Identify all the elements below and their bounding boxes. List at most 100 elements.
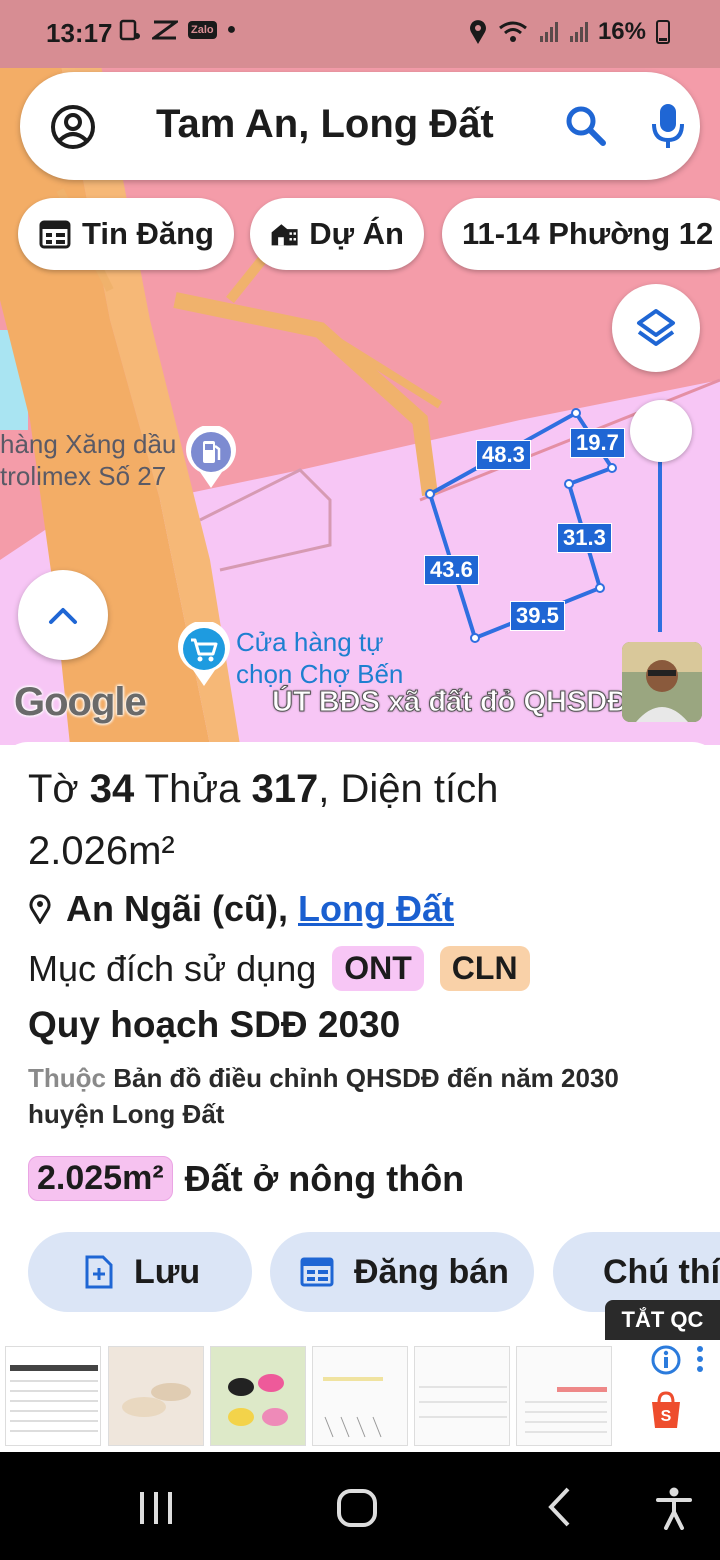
status-time: 13:17 [46, 18, 113, 48]
ad-sandals-image [228, 1374, 288, 1426]
segment-length-label: 43.6 [424, 555, 479, 585]
expand-sheet-button[interactable] [18, 570, 108, 660]
shopping-cart-icon[interactable] [176, 622, 232, 688]
chip-du-an[interactable]: Dự Án [250, 198, 424, 270]
location-link[interactable]: Long Đất [298, 888, 454, 929]
opacity-slider-handle[interactable] [630, 400, 692, 462]
planning-prefix: Thuộc [28, 1063, 114, 1093]
account-icon[interactable] [50, 104, 96, 150]
planning-description: Thuộc Bản đồ điều chỉnh QHSDĐ đến năm 20… [28, 1060, 698, 1132]
post-listing-button[interactable]: Đăng bán [270, 1232, 534, 1312]
poi-gas-label[interactable]: hàng Xăng dầu trolimex Số 27 [0, 428, 176, 492]
info-icon[interactable] [650, 1344, 682, 1376]
segment-length-label: 48.3 [476, 440, 531, 470]
ad-banner[interactable]: S [0, 1340, 720, 1452]
segment-length-label: 39.5 [510, 601, 565, 631]
ad-sizing-chart-image [323, 1377, 383, 1438]
screen: Tam An, Long Đất Tin Đăng Dự Án 11-14 Ph… [0, 0, 720, 1560]
signal-icon [569, 22, 588, 42]
title-suffix: , Diện tích [318, 767, 499, 811]
microphone-icon[interactable] [650, 102, 686, 150]
more-options-icon[interactable] [694, 1344, 706, 1374]
purpose-row: Mục đích sử dụng ONT CLN [28, 946, 530, 991]
back-icon[interactable] [546, 1486, 572, 1528]
ad-shoes-image [122, 1383, 191, 1417]
ad-measurements-image [419, 1386, 507, 1418]
location-row: An Ngãi (cũ), Long Đất [28, 888, 454, 930]
battery-percent: 16% [597, 18, 646, 45]
poi-store-label[interactable]: Cửa hàng tự chọn Chợ Bến [236, 626, 403, 690]
chip-area[interactable]: 11-14 Phường 12 [442, 198, 720, 270]
listing-icon [300, 1257, 334, 1287]
area-row: 2.025m² Đất ở nông thôn [28, 1156, 464, 1201]
purpose-badge-cln: CLN [439, 946, 530, 991]
planning-title: Quy hoạch SDĐ 2030 [28, 1004, 401, 1045]
search-icon[interactable] [564, 104, 608, 148]
ad-thumbnail[interactable] [414, 1346, 510, 1446]
accessibility-icon[interactable] [654, 1486, 694, 1530]
chip-label: Dự Án [309, 216, 404, 251]
wifi-icon [499, 21, 527, 42]
search-bar[interactable]: Tam An, Long Đất [20, 72, 700, 180]
mail-icon [152, 20, 178, 40]
purpose-badge-ont: ONT [332, 946, 424, 991]
ad-thumbnail[interactable] [516, 1346, 612, 1446]
home-icon[interactable] [336, 1488, 378, 1528]
search-input[interactable]: Tam An, Long Đất [156, 102, 494, 147]
chip-tin-dang[interactable]: Tin Đăng [18, 198, 234, 270]
ad-thumbnail[interactable] [210, 1346, 306, 1446]
ad-size-table-image [6, 1347, 100, 1445]
dot-icon: ● [226, 21, 237, 38]
area-total: 2.026m² [28, 829, 175, 873]
shopee-bag-icon[interactable]: S [648, 1390, 684, 1430]
recent-apps-icon[interactable] [136, 1490, 176, 1526]
calendar-icon [39, 220, 71, 249]
post-label: Đăng bán [354, 1252, 509, 1291]
location-pin-icon [29, 894, 51, 924]
opacity-slider-track[interactable] [658, 440, 662, 632]
location-text: An Ngãi (cũ), [66, 888, 298, 929]
planning-desc-text: Bản đồ điều chỉnh QHSDĐ đến năm 2030 huy… [28, 1063, 619, 1129]
system-nav-bar [0, 1452, 720, 1560]
map-view[interactable]: Tam An, Long Đất Tin Đăng Dự Án 11-14 Ph… [0, 0, 720, 745]
sim-icon [119, 19, 140, 41]
notification-icons: Zalo ● [118, 18, 236, 42]
avatar-image [622, 642, 702, 722]
layers-button[interactable] [612, 284, 700, 372]
ad-thumbnail[interactable] [312, 1346, 408, 1446]
layers-icon [637, 309, 675, 346]
poi-gas-line1: hàng Xăng dầu [0, 429, 177, 459]
gas-station-icon[interactable] [184, 426, 238, 490]
segment-length-label: 31.3 [557, 523, 612, 553]
save-button[interactable]: Lưu [28, 1232, 252, 1312]
area-badge: 2.025m² [28, 1156, 173, 1201]
title-prefix: Tờ [28, 767, 90, 811]
svg-text:S: S [661, 1408, 672, 1425]
buildings-icon [271, 224, 298, 246]
chip-label: 11-14 Phường 12 [462, 216, 714, 251]
ad-size-guide-image [525, 1387, 607, 1433]
area-type: Đất ở nông thôn [184, 1157, 465, 1199]
chevron-up-icon [49, 608, 77, 624]
ad-close-button[interactable]: TẮT QC [605, 1300, 720, 1340]
status-right: 16% [468, 18, 670, 46]
avatar[interactable] [622, 642, 702, 722]
signal-icon [539, 22, 558, 42]
google-logo: Google [14, 680, 147, 724]
title-mid: Thửa [134, 767, 252, 811]
battery-icon [656, 20, 670, 44]
status-bar: 13:17 Zalo ● 16% [0, 0, 720, 68]
save-label: Lưu [134, 1252, 201, 1291]
file-add-icon [85, 1255, 113, 1289]
chip-label: Tin Đăng [81, 216, 214, 251]
poi-store-line1: Cửa hàng tự [236, 627, 384, 657]
location-icon [469, 20, 486, 44]
parcel-number: 317 [251, 767, 319, 811]
zalo-icon: Zalo [188, 21, 217, 39]
poi-gas-line2: trolimex Số 27 [0, 461, 167, 491]
ad-thumbnail[interactable] [5, 1346, 101, 1446]
purpose-label: Mục đích sử dụng [28, 947, 317, 989]
parcel-title: Tờ 34 Thửa 317, Diện tích 2.026m² [28, 758, 688, 882]
sheet-number: 34 [89, 767, 135, 811]
ad-thumbnail[interactable] [108, 1346, 204, 1446]
